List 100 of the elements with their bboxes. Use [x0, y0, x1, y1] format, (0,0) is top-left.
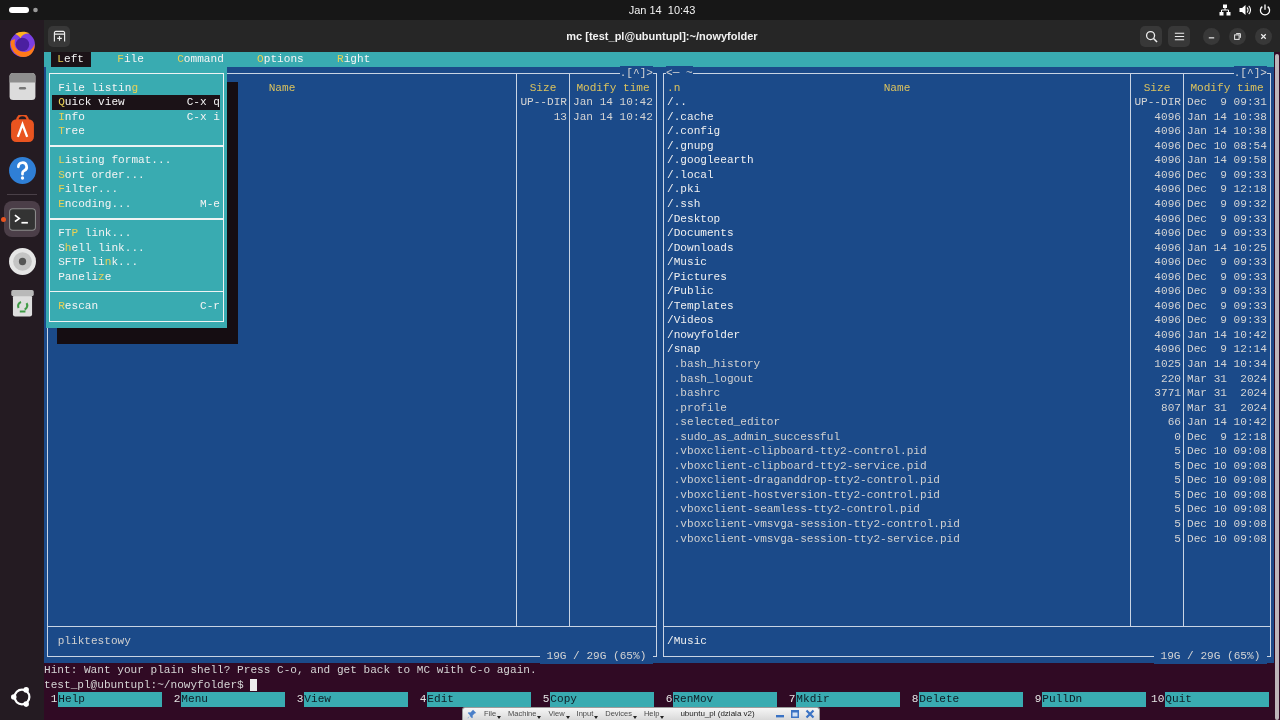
file-size: 4096 [1154, 327, 1181, 343]
close-icon[interactable] [805, 709, 815, 719]
file-name[interactable]: /Music [667, 255, 707, 270]
file-name[interactable]: /.pki [667, 182, 701, 197]
column-header[interactable]: Name [268, 80, 296, 96]
file-size: 5 [1174, 473, 1181, 488]
file-name[interactable]: /.config [667, 124, 721, 139]
file-size: 5 [1174, 517, 1181, 532]
new-tab-button[interactable] [48, 25, 70, 47]
file-name[interactable]: .profile [673, 400, 727, 416]
modify-time: Mar 31 2024 [1187, 371, 1267, 387]
workspace-indicator-icon[interactable] [9, 7, 38, 13]
column-header[interactable]: Name [883, 80, 911, 96]
file-size: UP--DIR [1134, 95, 1181, 110]
modify-time: Dec 10 09:08 [1187, 517, 1267, 532]
file-name[interactable]: .vboxclient-vmsvga-session-tty2-service.pid [673, 531, 960, 547]
volume-icon[interactable] [1239, 4, 1251, 16]
function-key-button[interactable]: Mkdir [796, 692, 900, 707]
function-key-button[interactable]: RenMov [673, 692, 777, 707]
help-icon [8, 156, 36, 184]
menu-bar-item[interactable]: Left [50, 52, 91, 67]
close-button[interactable] [1255, 27, 1272, 45]
file-name[interactable]: /.ssh [667, 196, 701, 212]
search-button[interactable] [1140, 25, 1162, 47]
file-name[interactable]: /Public [667, 284, 714, 299]
disc-icon [8, 247, 36, 275]
scrollbar[interactable] [1275, 54, 1279, 720]
modify-time: Dec 9 09:31 [1187, 95, 1267, 110]
file-name[interactable]: .vboxclient-seamless-tty2-control.pid [673, 502, 920, 517]
block-cursor-icon [250, 678, 258, 692]
file-name[interactable]: /Desktop [667, 211, 721, 227]
modify-time: Dec 9 09:33 [1187, 284, 1267, 299]
file-size: 220 [1161, 371, 1181, 387]
function-key-button[interactable]: Menu [181, 692, 285, 707]
restore-icon[interactable] [790, 709, 800, 719]
file-name[interactable]: .bash_logout [673, 371, 754, 387]
file-name[interactable]: .vboxclient-vmsvga-session-tty2-control.pid [673, 517, 960, 532]
file-name[interactable]: /.googleearth [667, 153, 754, 168]
menu-button[interactable] [1168, 25, 1190, 47]
file-name[interactable]: .selected_editor [673, 415, 781, 430]
pin-icon[interactable] [467, 709, 477, 719]
file-name[interactable]: .vboxclient-clipboard-tty2-service.pid [673, 458, 927, 474]
modify-time: Dec 9 12:18 [1187, 429, 1267, 445]
file-name[interactable]: /nowyfolder [667, 327, 741, 343]
file-size: 4096 [1154, 298, 1181, 314]
file-name[interactable]: /.. [667, 95, 687, 110]
file-size: UP--DIR [520, 95, 567, 110]
shopping-bag-icon [8, 114, 36, 142]
modify-time: Dec 9 09:33 [1187, 313, 1267, 328]
file-name[interactable]: /Downloads [667, 240, 734, 256]
file-size: 4096 [1154, 226, 1181, 241]
function-key-button[interactable]: Delete [919, 692, 1023, 707]
close-icon [1259, 31, 1268, 41]
file-name[interactable]: .bashrc [673, 386, 721, 401]
column-header[interactable]: Modify time [576, 80, 650, 96]
file-size: 4096 [1154, 167, 1181, 183]
file-name[interactable]: /Pictures [667, 269, 727, 285]
file-name[interactable]: /Videos [667, 313, 714, 328]
file-name[interactable]: /snap [667, 342, 701, 357]
file-name[interactable]: .bash_history [673, 356, 761, 372]
file-size: 4096 [1154, 196, 1181, 212]
modify-time: Dec 9 12:14 [1187, 342, 1267, 357]
modify-time: Dec 9 09:33 [1187, 211, 1267, 227]
function-key-button[interactable]: Edit [427, 692, 531, 707]
file-size: 3771 [1154, 386, 1181, 401]
caret-icon [537, 716, 542, 719]
file-name[interactable]: /.cache [667, 109, 714, 125]
panel-history-controls[interactable]: .[^]> [619, 66, 653, 81]
file-size: 4096 [1154, 211, 1181, 227]
file-name[interactable]: /Documents [667, 226, 734, 241]
mini-status: pliktestowy [57, 634, 131, 649]
dock-app-button[interactable] [4, 201, 40, 237]
menu-item[interactable]: Quick view C-x q [51, 95, 220, 110]
column-header[interactable]: Modify time [1190, 80, 1264, 96]
file-size: 4096 [1154, 313, 1181, 328]
clock[interactable]: Jan 14 10:43 [628, 4, 696, 16]
column-header[interactable]: Size [1143, 80, 1171, 96]
file-name[interactable]: .vboxclient-hostversion-tty2-control.pid [673, 487, 940, 503]
file-name[interactable]: .vboxclient-clipboard-tty2-control.pid [673, 444, 927, 459]
function-key-button[interactable]: Help [58, 692, 162, 707]
file-size: 4096 [1154, 284, 1181, 299]
function-key-button[interactable]: View [304, 692, 408, 707]
column-header[interactable]: Size [529, 80, 557, 96]
power-icon[interactable] [1259, 4, 1271, 16]
file-name[interactable]: .vboxclient-draganddrop-tty2-control.pid [673, 473, 940, 488]
file-size: 1025 [1154, 356, 1181, 372]
function-key-button[interactable]: Quit [1165, 692, 1269, 707]
file-name[interactable]: .sudo_as_admin_successful [673, 429, 841, 445]
restore-button[interactable] [1229, 27, 1246, 45]
file-name[interactable]: /.gnupg [667, 138, 714, 154]
panel-history-controls[interactable]: .[^]> [1233, 66, 1267, 81]
disk-usage: 19G / 29G (65%) [1153, 649, 1267, 664]
sort-indicator[interactable]: .n [664, 80, 681, 96]
caret-icon [594, 716, 599, 719]
file-name[interactable]: /.local [667, 167, 714, 183]
minimize-button[interactable] [1203, 27, 1220, 45]
function-key-button[interactable]: Copy [550, 692, 654, 707]
file-name[interactable]: /Templates [667, 298, 734, 314]
function-key-button[interactable]: PullDn [1042, 692, 1146, 707]
network-icon[interactable] [1219, 4, 1231, 16]
